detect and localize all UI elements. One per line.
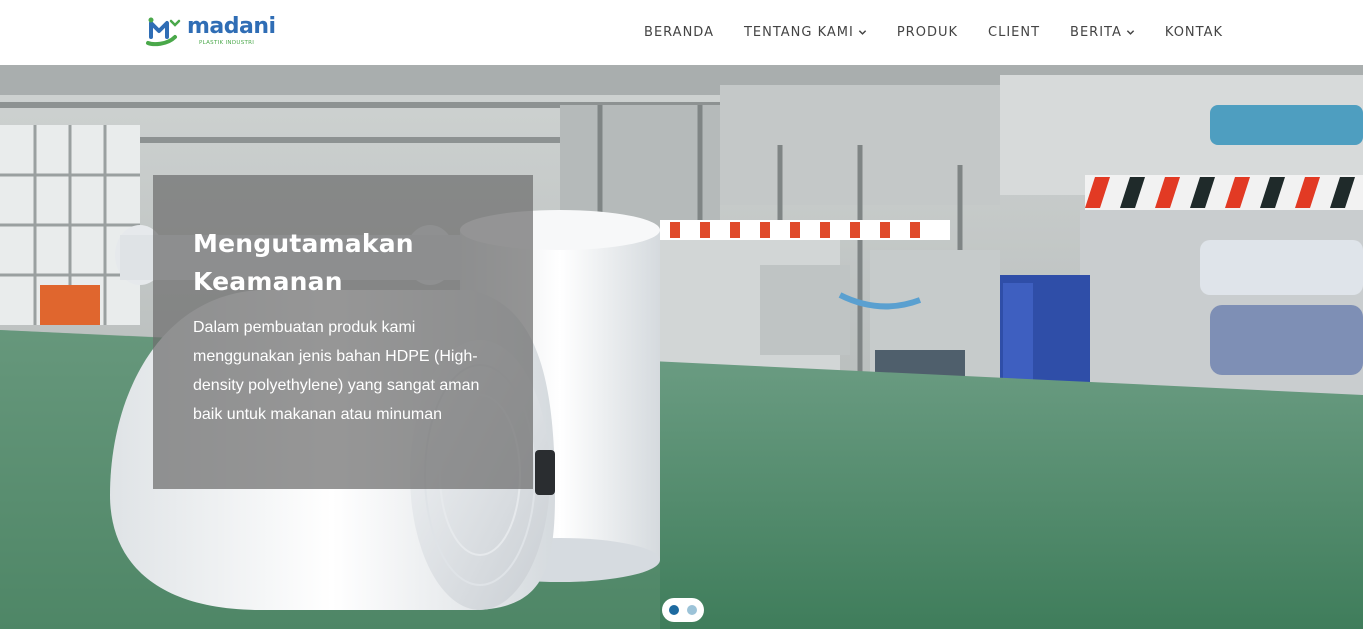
nav-label: CLIENT bbox=[988, 25, 1041, 40]
nav-label: TENTANG KAMI bbox=[743, 25, 854, 40]
slide-caption: Mengutamakan Keamanan Dalam pembuatan pr… bbox=[153, 175, 533, 489]
nav-item-client[interactable]: CLIENT bbox=[988, 25, 1040, 40]
nav-label: KONTAK bbox=[1164, 25, 1223, 40]
site-header: madani PLASTIK INDUSTRI BERANDA TENTANG … bbox=[0, 0, 1363, 65]
nav-label: BERANDA bbox=[644, 25, 714, 40]
chevron-down-icon bbox=[1126, 30, 1135, 35]
nav-item-tentang-kami[interactable]: TENTANG KAMI bbox=[744, 25, 867, 40]
slider-dot-1[interactable] bbox=[669, 605, 679, 615]
nav-item-kontak[interactable]: KONTAK bbox=[1165, 25, 1223, 40]
main-nav: BERANDA TENTANG KAMI PRODUK CLIENT BERIT… bbox=[644, 0, 1223, 65]
chevron-down-icon bbox=[858, 30, 867, 35]
brand-name: madani bbox=[187, 14, 276, 39]
slide-title-line1: Mengutamakan bbox=[193, 229, 414, 258]
nav-item-berita[interactable]: BERITA bbox=[1070, 25, 1135, 40]
slider-dot-2[interactable] bbox=[687, 605, 697, 615]
slide-description: Dalam pembuatan produk kami menggunakan … bbox=[193, 319, 480, 423]
nav-item-beranda[interactable]: BERANDA bbox=[644, 25, 714, 40]
nav-item-produk[interactable]: PRODUK bbox=[897, 25, 958, 40]
hero-slider: Mengutamakan Keamanan Dalam pembuatan pr… bbox=[0, 65, 1363, 629]
slide-title-line2: Keamanan bbox=[193, 267, 343, 296]
site-logo[interactable]: madani PLASTIK INDUSTRI bbox=[145, 14, 276, 49]
slider-pagination bbox=[662, 598, 704, 622]
brand-tagline: PLASTIK INDUSTRI bbox=[199, 40, 255, 46]
slide-title: Mengutamakan Keamanan bbox=[193, 225, 493, 301]
madani-m-logo-icon bbox=[146, 17, 181, 47]
nav-label: PRODUK bbox=[896, 25, 958, 40]
nav-label: BERITA bbox=[1070, 25, 1122, 40]
